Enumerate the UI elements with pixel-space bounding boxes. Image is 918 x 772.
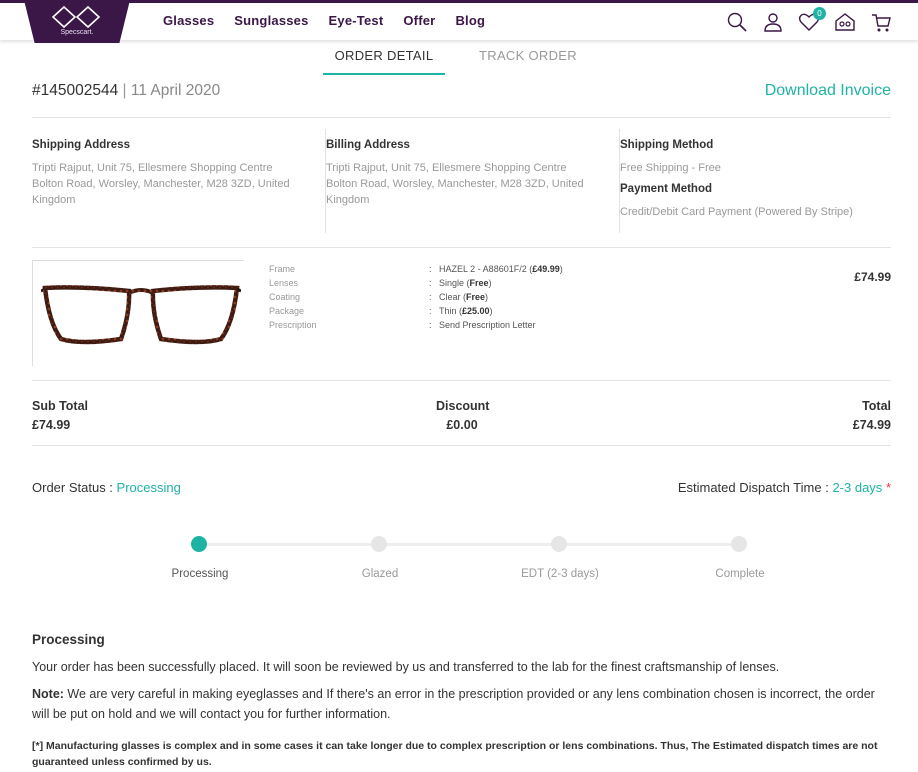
tab-track-order[interactable]: TRACK ORDER bbox=[467, 48, 589, 75]
shipping-address-title: Shipping Address bbox=[32, 139, 130, 151]
order-number: #145002544 bbox=[32, 82, 119, 99]
cart-icon[interactable] bbox=[870, 11, 892, 33]
logo[interactable]: Specscart. bbox=[24, 0, 130, 43]
divider bbox=[32, 445, 891, 446]
shipping-address-block: Shipping Address Tripti Rajput, Unit 75,… bbox=[32, 129, 326, 233]
order-separator: | bbox=[122, 82, 127, 99]
billing-address-text: Tripti Rajput, Unit 75, Ellesmere Shoppi… bbox=[326, 162, 584, 206]
shipping-payment-block: Shipping Method Free Shipping - Free Pay… bbox=[620, 129, 914, 233]
order-tabs: ORDER DETAIL TRACK ORDER bbox=[323, 48, 589, 75]
spec-key: Prescription bbox=[269, 320, 317, 330]
shipping-address-text: Tripti Rajput, Unit 75, Ellesmere Shoppi… bbox=[32, 162, 290, 206]
nav-blog[interactable]: Blog bbox=[455, 13, 485, 28]
home-trial-icon[interactable] bbox=[834, 11, 856, 33]
step-edt-dot bbox=[551, 536, 567, 552]
note-text: We are very careful in making eyeglasses… bbox=[32, 687, 875, 721]
nav-offer[interactable]: Offer bbox=[403, 13, 435, 28]
order-date: 11 April 2020 bbox=[130, 82, 221, 99]
discount-value: £0.00 bbox=[446, 418, 478, 432]
download-invoice-link[interactable]: Download Invoice bbox=[765, 82, 891, 100]
estimated-dispatch: Estimated Dispatch Time : 2-3 days * bbox=[678, 480, 891, 495]
spec-row-frame: Frame : HAZEL 2 - A88601F/2 (£49.99) bbox=[269, 264, 563, 274]
main-nav: Glasses Sunglasses Eye-Test Offer Blog bbox=[163, 13, 505, 28]
divider bbox=[32, 380, 891, 381]
user-icon[interactable] bbox=[762, 11, 784, 33]
spec-key: Frame bbox=[269, 264, 296, 274]
progress-track bbox=[199, 543, 739, 546]
spec-value: HAZEL 2 - A88601F/2 bbox=[439, 264, 527, 274]
eyeglasses-icon bbox=[41, 285, 241, 345]
billing-address-title: Billing Address bbox=[326, 139, 410, 151]
spec-value: Clear bbox=[439, 292, 461, 302]
header-icons: 0 bbox=[726, 7, 892, 33]
spec-value: Send Prescription Letter bbox=[439, 320, 536, 330]
status-description-title: Processing bbox=[32, 632, 105, 647]
status-description-text: Your order has been successfully placed.… bbox=[32, 660, 780, 674]
order-status-value: Processing bbox=[116, 480, 181, 495]
divider bbox=[32, 117, 891, 118]
shipping-method-text: Free Shipping - Free bbox=[620, 162, 721, 174]
spec-row-coating: Coating : Clear (Free) bbox=[269, 292, 489, 302]
step-glazed-dot bbox=[371, 536, 387, 552]
product-price: £74.99 bbox=[854, 270, 891, 284]
nav-eye-test[interactable]: Eye-Test bbox=[329, 13, 384, 28]
step-edt-label: EDT (2-3 days) bbox=[521, 568, 599, 580]
dispatch-asterisk: * bbox=[885, 480, 891, 495]
wishlist-count-badge: 0 bbox=[813, 7, 826, 20]
tab-order-detail[interactable]: ORDER DETAIL bbox=[323, 48, 445, 75]
top-navbar: Specscart. Glasses Sunglasses Eye-Test O… bbox=[0, 0, 918, 43]
product-image[interactable] bbox=[32, 260, 244, 366]
product-specs: Frame : HAZEL 2 - A88601F/2 (£49.99) Len… bbox=[269, 262, 563, 332]
step-glazed-label: Glazed bbox=[361, 568, 399, 580]
subtotal-label: Sub Total bbox=[32, 399, 89, 413]
spec-value: Single bbox=[439, 278, 465, 288]
spec-key: Package bbox=[269, 306, 305, 316]
billing-address-block: Billing Address Tripti Rajput, Unit 75, … bbox=[326, 129, 620, 233]
spec-extra: £25.00 bbox=[462, 306, 490, 316]
step-processing-label: Processing bbox=[171, 568, 229, 580]
total-value: £74.99 bbox=[852, 418, 891, 432]
dispatch-value: 2-3 days bbox=[832, 480, 883, 495]
order-heading: #145002544 | 11 April 2020 bbox=[32, 82, 220, 100]
note-label: Note: bbox=[32, 687, 64, 701]
search-icon[interactable] bbox=[726, 11, 748, 33]
shipping-method-title: Shipping Method bbox=[620, 139, 714, 151]
wishlist-heart-icon[interactable]: 0 bbox=[798, 7, 826, 33]
dispatch-footnote: [*] Manufacturing glasses is complex and… bbox=[32, 740, 878, 768]
logo-icon bbox=[51, 5, 101, 29]
order-status-label: Order Status : bbox=[32, 480, 113, 495]
step-processing-dot bbox=[191, 536, 207, 552]
discount-label: Discount bbox=[436, 399, 490, 413]
step-complete-dot bbox=[731, 536, 747, 552]
nav-sunglasses[interactable]: Sunglasses bbox=[234, 13, 308, 28]
total-block: Total £74.99 bbox=[853, 397, 891, 435]
spec-extra: Free bbox=[469, 278, 489, 288]
logo-text: Specscart. bbox=[60, 29, 94, 36]
subtotal-block: Sub Total £74.99 bbox=[32, 397, 88, 435]
dispatch-label: Estimated Dispatch Time : bbox=[677, 480, 829, 495]
spec-extra: Free bbox=[466, 292, 486, 302]
total-label: Total bbox=[862, 399, 891, 413]
spec-row-lenses: Lenses : Single (Free) bbox=[269, 278, 492, 288]
status-note: Note: We are very careful in making eyeg… bbox=[32, 685, 892, 724]
spec-value: Thin bbox=[439, 306, 457, 316]
payment-method-title: Payment Method bbox=[620, 183, 713, 195]
spec-row-package: Package : Thin (£25.00) bbox=[269, 306, 493, 316]
nav-glasses[interactable]: Glasses bbox=[163, 13, 214, 28]
spec-row-prescription: Prescription : Send Prescription Letter bbox=[269, 320, 536, 330]
spec-key: Lenses bbox=[269, 278, 299, 288]
order-status: Order Status : Processing bbox=[32, 480, 181, 495]
discount-block: Discount £0.00 bbox=[436, 397, 490, 435]
subtotal-value: £74.99 bbox=[32, 418, 71, 432]
payment-method-text: Credit/Debit Card Payment (Powered By St… bbox=[620, 206, 853, 218]
spec-key: Coating bbox=[269, 292, 301, 302]
divider bbox=[32, 247, 891, 248]
spec-extra: £49.99 bbox=[532, 264, 560, 274]
step-complete-label: Complete bbox=[715, 568, 765, 580]
